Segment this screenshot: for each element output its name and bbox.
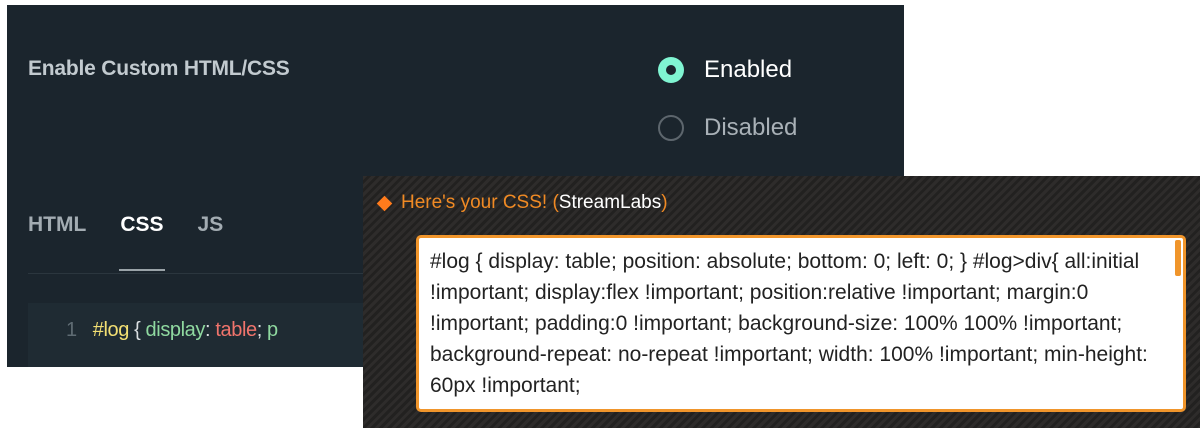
popup-title-suffix: ) (661, 192, 668, 213)
token-selector: #log (92, 319, 130, 341)
diamond-icon (376, 195, 393, 211)
radio-label-disabled[interactable]: Disabled (704, 114, 797, 142)
tab-css[interactable]: CSS (119, 213, 165, 271)
css-output-textarea[interactable]: #log { display: table; position: absolut… (416, 235, 1186, 412)
radio-checked-icon[interactable] (658, 57, 684, 83)
radio-unchecked-icon[interactable] (658, 115, 684, 141)
radio-label-enabled[interactable]: Enabled (704, 56, 792, 84)
popup-header: Here's your CSS! (StreamLabs) (376, 192, 668, 214)
active-tab-indicator (119, 269, 165, 271)
token-brace: { (128, 319, 146, 341)
css-output-text: #log { display: table; position: absolut… (430, 250, 1148, 397)
scrollbar-thumb[interactable] (1175, 240, 1181, 276)
code-tab-bar: HTML CSS JS (28, 213, 257, 271)
popup-title-brand: StreamLabs (558, 192, 662, 213)
enable-radio-group: Enabled Disabled (658, 41, 797, 157)
token-property: display (145, 319, 206, 341)
token-colon: : (205, 319, 216, 341)
token-semicolon: ; (256, 319, 268, 341)
tab-js[interactable]: JS (198, 213, 224, 237)
radio-option-disabled[interactable]: Disabled (658, 99, 797, 157)
token-value: table (215, 319, 257, 341)
tab-html-label: HTML (28, 213, 87, 236)
code-line: 1 #log { display: table; p (66, 319, 278, 342)
radio-option-enabled[interactable]: Enabled (658, 41, 797, 99)
tab-js-label: JS (197, 213, 224, 236)
popup-title-prefix: Here's your CSS! ( (401, 192, 559, 213)
setting-label: Enable Custom HTML/CSS (28, 57, 290, 80)
token-trailing: p (267, 319, 278, 341)
css-output-popup: Here's your CSS! (StreamLabs) #log { dis… (363, 176, 1200, 428)
tab-css-label: CSS (120, 213, 164, 236)
tab-html[interactable]: HTML (28, 213, 86, 237)
line-number: 1 (66, 319, 77, 341)
